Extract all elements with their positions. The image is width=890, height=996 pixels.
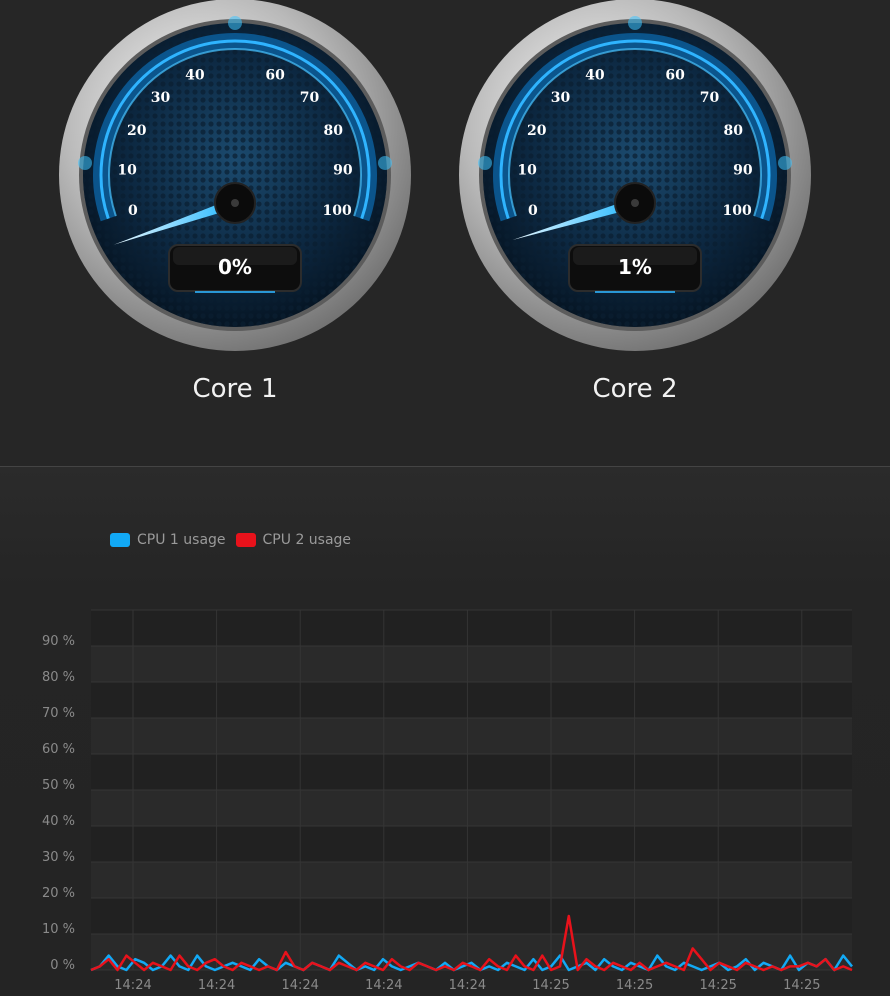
x-tick-label: 14:25 — [699, 978, 736, 993]
chart-band — [91, 826, 852, 862]
legend-label: CPU 1 usage — [137, 532, 226, 548]
y-tick-label: 80 % — [42, 670, 75, 685]
x-tick-label: 14:24 — [449, 978, 486, 993]
gauge-core-1: 0 10 20 30 40 60 70 80 90 100 0% Core 1 — [55, 0, 415, 420]
x-tick-label: 14:25 — [783, 978, 820, 993]
chart-band — [91, 898, 852, 934]
legend-item-cpu2[interactable]: CPU 2 usage — [235, 532, 352, 548]
gauge-tick-label: 0 — [128, 203, 138, 219]
gauge-core-2: 0 10 20 30 40 60 70 80 90 100 1% Core 2 — [455, 0, 815, 420]
y-tick-label: 50 % — [42, 778, 75, 793]
chart-band — [91, 718, 852, 754]
gauge-tick-label: 20 — [527, 123, 547, 139]
y-tick-label: 40 % — [42, 814, 75, 829]
gauge-tick-label: 60 — [665, 68, 685, 84]
core-label: Core 2 — [592, 374, 678, 404]
gauge-tick-label: 80 — [723, 123, 743, 139]
gauge-tick-label: 100 — [322, 203, 351, 219]
gauge-tick-label: 40 — [585, 68, 605, 84]
x-tick-label: 14:25 — [616, 978, 653, 993]
x-tick-label: 14:24 — [281, 978, 318, 993]
gauge-tick-label: 70 — [700, 90, 720, 106]
gauge-tick-label: 30 — [151, 90, 171, 106]
y-tick-label: 90 % — [42, 634, 75, 649]
y-tick-label: 0 % — [50, 958, 75, 973]
gauge-tick-label: 0 — [528, 203, 538, 219]
x-tick-label: 14:25 — [532, 978, 569, 993]
speedometer-dial: 0 10 20 30 40 60 70 80 90 100 1% — [459, 0, 811, 351]
y-tick-label: 60 % — [42, 742, 75, 757]
speedometer-dial: 0 10 20 30 40 60 70 80 90 100 0% — [59, 0, 411, 351]
gauges-panel: 0 10 20 30 40 60 70 80 90 100 0% Core 1 0 10 20 30 40 6… — [0, 0, 890, 466]
chart-legend: CPU 1 usage CPU 2 usage — [110, 530, 361, 550]
chart-band — [91, 610, 852, 646]
gauge-readout-value: 1% — [618, 255, 652, 279]
gauge-tick-label: 90 — [733, 163, 753, 179]
x-tick-label: 14:24 — [198, 978, 235, 993]
x-tick-label: 14:24 — [114, 978, 151, 993]
legend-label: CPU 2 usage — [262, 532, 352, 548]
legend-swatch — [235, 533, 256, 547]
y-tick-label: 70 % — [42, 706, 75, 721]
gauge-tick-label: 60 — [265, 68, 285, 84]
core-label: Core 1 — [192, 374, 278, 404]
legend-swatch — [110, 533, 130, 547]
gauge-tick-label: 90 — [333, 163, 353, 179]
chart-band — [91, 862, 852, 898]
gauge-tick-label: 10 — [517, 163, 537, 179]
chart-band — [91, 790, 852, 826]
chart-band — [91, 682, 852, 718]
x-tick-label: 14:24 — [365, 978, 402, 993]
y-tick-label: 10 % — [42, 922, 75, 937]
legend-item-cpu1[interactable]: CPU 1 usage — [110, 532, 226, 548]
cpu-usage-line-chart: 14:24 14:24 14:24 14:24 14:24 14:25 14:25 14:25… — [42, 609, 853, 993]
gauge-tick-label: 80 — [323, 123, 343, 139]
gauge-tick-label: 20 — [127, 123, 147, 139]
y-tick-label: 20 % — [42, 886, 75, 901]
y-tick-label: 30 % — [42, 850, 75, 865]
gauge-tick-label: 70 — [300, 90, 320, 106]
gauge-tick-label: 10 — [117, 163, 137, 179]
gauge-tick-label: 30 — [551, 90, 571, 106]
gauge-readout-value: 0% — [218, 255, 252, 279]
gauge-tick-label: 100 — [722, 203, 751, 219]
chart-band — [91, 646, 852, 682]
gauge-tick-label: 40 — [185, 68, 205, 84]
chart-band — [91, 754, 852, 790]
